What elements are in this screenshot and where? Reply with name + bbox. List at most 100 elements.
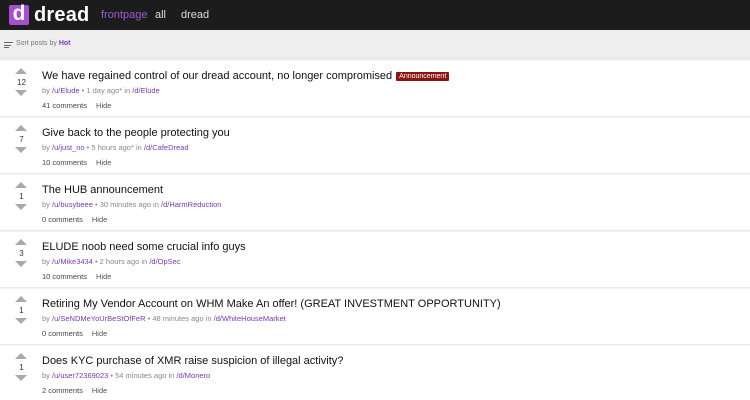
post-time: • 2 hours ago in xyxy=(94,257,148,266)
post-meta: by /u/just_no • 5 hours ago* in /d/CafeD… xyxy=(42,143,189,152)
post-community[interactable]: /d/OpSec xyxy=(149,257,180,266)
by-label: by xyxy=(42,314,50,323)
post-score: 1 xyxy=(19,306,24,315)
comments-link[interactable]: 2 comments xyxy=(42,386,83,395)
top-navbar: d dread frontpage all dread xyxy=(0,0,750,30)
post-title[interactable]: Give back to the people protecting you xyxy=(42,127,230,139)
nav-all[interactable]: all xyxy=(155,0,166,30)
post-title[interactable]: Does KYC purchase of XMR raise suspicion… xyxy=(42,355,343,367)
vote-box: 1 xyxy=(12,346,32,400)
nav-dread[interactable]: dread xyxy=(181,0,209,30)
post-title[interactable]: We have regained control of our dread ac… xyxy=(42,70,392,82)
post-time: • 1 day ago* in xyxy=(81,86,131,95)
post-meta: by /u/user72369023 • 54 minutes ago in /… xyxy=(42,371,210,380)
sort-icon[interactable] xyxy=(4,42,13,48)
vote-box: 1 xyxy=(12,175,32,231)
comments-link[interactable]: 10 comments xyxy=(42,158,87,167)
post-actions: 10 comments Hide xyxy=(42,272,111,281)
downvote-arrow-icon[interactable] xyxy=(15,204,27,210)
post-title-row: Retiring My Vendor Account on WHM Make A… xyxy=(42,298,501,310)
post-time: • 5 hours ago* in xyxy=(86,143,142,152)
by-label: by xyxy=(42,257,50,266)
post-author[interactable]: /u/just_no xyxy=(52,143,85,152)
vote-box: 1 xyxy=(12,289,32,345)
post-community[interactable]: /d/Elude xyxy=(132,86,160,95)
post-author[interactable]: /u/user72369023 xyxy=(52,371,108,380)
post-item: 1 Retiring My Vendor Account on WHM Make… xyxy=(0,289,750,345)
hide-link[interactable]: Hide xyxy=(92,386,107,395)
post-meta: by /u/Elude • 1 day ago* in /d/Elude xyxy=(42,86,160,95)
post-author[interactable]: /u/busybeee xyxy=(52,200,93,209)
post-item: 3 ELUDE noob need some crucial info guys… xyxy=(0,232,750,288)
post-title[interactable]: The HUB announcement xyxy=(42,184,163,196)
post-author[interactable]: /u/SeNDMeYoUrBeStOfFeR xyxy=(52,314,146,323)
post-community[interactable]: /d/Monero xyxy=(176,371,210,380)
by-label: by xyxy=(42,86,50,95)
announcement-badge: Announcement xyxy=(396,72,450,81)
post-time: • 54 minutes ago in xyxy=(110,371,175,380)
by-label: by xyxy=(42,143,50,152)
post-meta: by /u/busybeee • 30 minutes ago in /d/Ha… xyxy=(42,200,221,209)
vote-box: 3 xyxy=(12,232,32,288)
downvote-arrow-icon[interactable] xyxy=(15,261,27,267)
post-community[interactable]: /d/WhiteHouseMarket xyxy=(214,314,286,323)
sort-label[interactable]: Sort posts by Hot xyxy=(16,40,70,47)
post-item: 1 The HUB announcement by /u/busybeee • … xyxy=(0,175,750,231)
upvote-arrow-icon[interactable] xyxy=(15,68,27,74)
vote-box: 7 xyxy=(12,118,32,174)
upvote-arrow-icon[interactable] xyxy=(15,353,27,359)
nav-frontpage[interactable]: frontpage xyxy=(101,0,147,30)
hide-link[interactable]: Hide xyxy=(96,101,111,110)
post-score: 1 xyxy=(19,192,24,201)
post-title-row: ELUDE noob need some crucial info guys xyxy=(42,241,246,253)
sort-bar: Sort posts by Hot xyxy=(0,30,750,59)
dread-logo-icon[interactable]: d xyxy=(9,2,29,25)
post-community[interactable]: /d/HarmReduction xyxy=(161,200,221,209)
logo-letter: d xyxy=(12,2,26,25)
downvote-arrow-icon[interactable] xyxy=(15,318,27,324)
hide-link[interactable]: Hide xyxy=(92,215,107,224)
sort-value[interactable]: Hot xyxy=(59,40,71,47)
post-actions: 41 comments Hide xyxy=(42,101,111,110)
post-title-row: Does KYC purchase of XMR raise suspicion… xyxy=(42,355,343,367)
downvote-arrow-icon[interactable] xyxy=(15,375,27,381)
post-actions: 0 comments Hide xyxy=(42,215,107,224)
post-score: 3 xyxy=(19,249,24,258)
post-item: 7 Give back to the people protecting you… xyxy=(0,118,750,174)
hide-link[interactable]: Hide xyxy=(96,272,111,281)
upvote-arrow-icon[interactable] xyxy=(15,239,27,245)
post-time: • 48 minutes ago in xyxy=(147,314,212,323)
downvote-arrow-icon[interactable] xyxy=(15,90,27,96)
post-title[interactable]: Retiring My Vendor Account on WHM Make A… xyxy=(42,298,501,310)
post-actions: 2 comments Hide xyxy=(42,386,107,395)
sort-prefix: Sort posts by xyxy=(16,40,57,47)
upvote-arrow-icon[interactable] xyxy=(15,182,27,188)
post-score: 1 xyxy=(19,363,24,372)
post-time: • 30 minutes ago in xyxy=(94,200,159,209)
comments-link[interactable]: 41 comments xyxy=(42,101,87,110)
post-author[interactable]: /u/Elude xyxy=(52,86,80,95)
post-item: 12 We have regained control of our dread… xyxy=(0,61,750,117)
post-meta: by /u/Mike3434 • 2 hours ago in /d/OpSec xyxy=(42,257,181,266)
post-title-row: We have regained control of our dread ac… xyxy=(42,70,450,82)
post-author[interactable]: /u/Mike3434 xyxy=(52,257,93,266)
post-actions: 0 comments Hide xyxy=(42,329,107,338)
post-community[interactable]: /d/CafeDread xyxy=(144,143,189,152)
post-actions: 10 comments Hide xyxy=(42,158,111,167)
downvote-arrow-icon[interactable] xyxy=(15,147,27,153)
upvote-arrow-icon[interactable] xyxy=(15,296,27,302)
comments-link[interactable]: 10 comments xyxy=(42,272,87,281)
by-label: by xyxy=(42,200,50,209)
comments-link[interactable]: 0 comments xyxy=(42,329,83,338)
hide-link[interactable]: Hide xyxy=(92,329,107,338)
site-name[interactable]: dread xyxy=(34,4,89,26)
upvote-arrow-icon[interactable] xyxy=(15,125,27,131)
post-title[interactable]: ELUDE noob need some crucial info guys xyxy=(42,241,246,253)
post-score: 12 xyxy=(17,78,26,87)
post-meta: by /u/SeNDMeYoUrBeStOfFeR • 48 minutes a… xyxy=(42,314,286,323)
post-item: 1 Does KYC purchase of XMR raise suspici… xyxy=(0,346,750,400)
hide-link[interactable]: Hide xyxy=(96,158,111,167)
vote-box: 12 xyxy=(12,61,32,117)
post-score: 7 xyxy=(19,135,24,144)
comments-link[interactable]: 0 comments xyxy=(42,215,83,224)
